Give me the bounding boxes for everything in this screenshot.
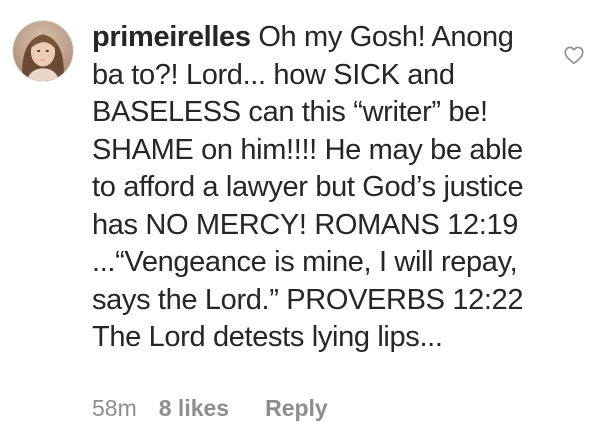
- like-button[interactable]: [563, 44, 585, 66]
- comment-meta: 58m 8 likes Reply: [92, 395, 328, 422]
- comment-item: primeirelles Oh my Gosh! Anong ba to?! L…: [0, 0, 606, 429]
- comment-text: Oh my Gosh! Anong ba to?! Lord... how SI…: [92, 21, 524, 353]
- comment-text-block: primeirelles Oh my Gosh! Anong ba to?! L…: [92, 19, 542, 357]
- avatar[interactable]: [12, 20, 74, 82]
- comment-timestamp: 58m: [92, 395, 137, 421]
- likes-count[interactable]: 8 likes: [159, 395, 229, 422]
- comment-body: primeirelles Oh my Gosh! Anong ba to?! L…: [92, 19, 542, 357]
- reply-button[interactable]: Reply: [265, 395, 328, 422]
- heart-outline-icon: [564, 46, 584, 65]
- comment-username[interactable]: primeirelles: [92, 21, 251, 53]
- avatar-image: [13, 21, 73, 81]
